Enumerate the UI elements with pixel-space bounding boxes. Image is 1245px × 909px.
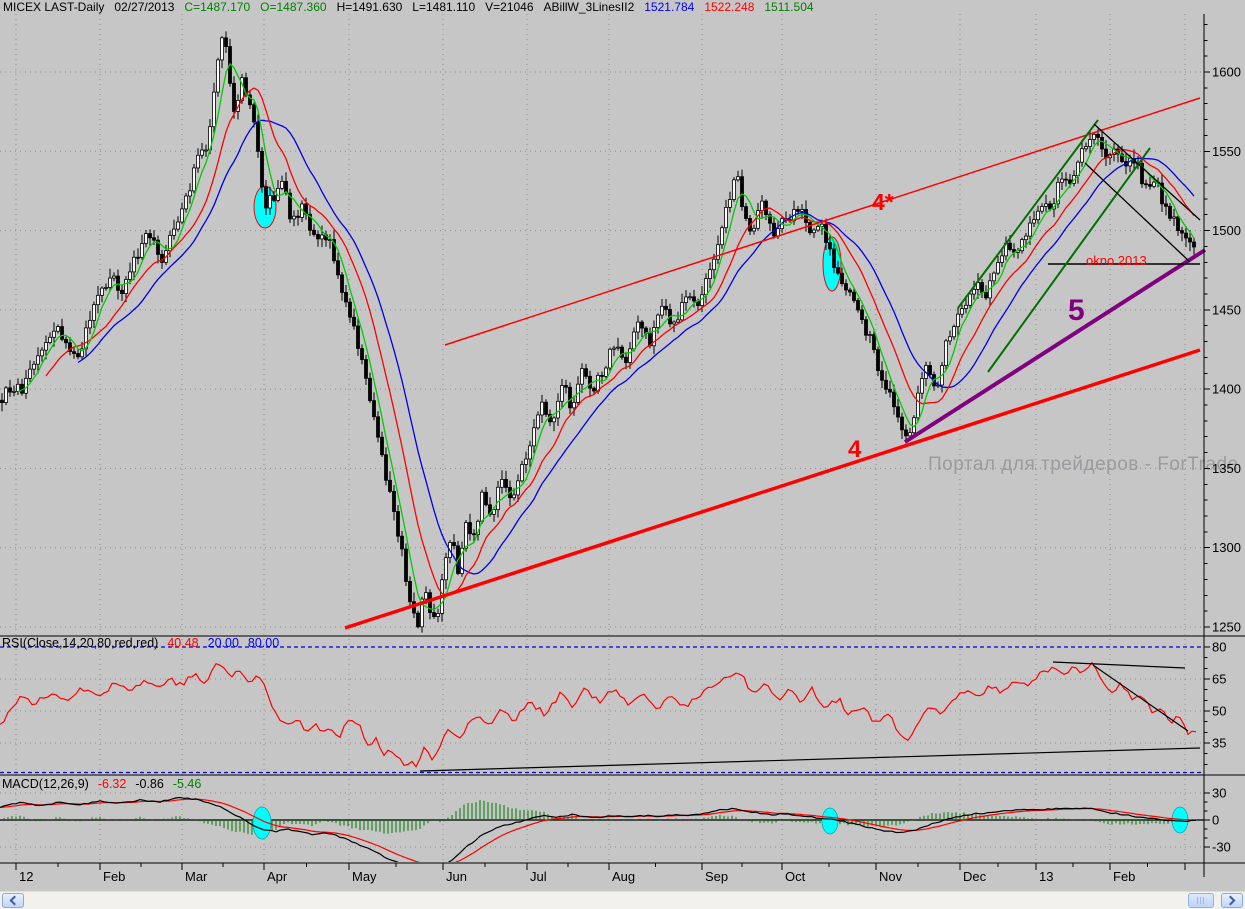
axis-tick-label: 35 xyxy=(1212,735,1226,750)
chart-background xyxy=(0,0,1245,891)
date-label: Mar xyxy=(185,869,208,884)
axis-tick-label: 1300 xyxy=(1212,540,1241,555)
header-part: L=1481.110 xyxy=(412,0,476,14)
axis-tick-label: -30 xyxy=(1212,840,1231,855)
date-label: Oct xyxy=(785,869,806,884)
grip-icon xyxy=(1196,897,1206,904)
indicator-value: -5.46 xyxy=(172,777,202,791)
chevron-right-icon xyxy=(1225,895,1236,906)
chart-header: MICEX LAST-Daily 02/27/2013 C=1487.170 O=14… xyxy=(3,0,824,14)
axis-tick-label: 1500 xyxy=(1212,223,1241,238)
date-label: Feb xyxy=(103,869,125,884)
date-label: Feb xyxy=(1113,869,1135,884)
header-part: 02/27/2013 xyxy=(114,0,175,14)
date-label: Sep xyxy=(705,869,728,884)
date-label: Jul xyxy=(530,869,547,884)
date-label: Jun xyxy=(446,869,467,884)
axis-tick-label: 0 xyxy=(1212,813,1219,828)
date-label: 12 xyxy=(19,869,33,884)
indicator-name: MACD(12,26,9) xyxy=(2,777,89,791)
axis-tick-label: 1550 xyxy=(1212,144,1241,159)
indicator-value: -6.32 xyxy=(97,777,127,791)
date-label: 13 xyxy=(1039,869,1053,884)
header-part: 1521.784 xyxy=(644,0,695,14)
chart-canvas: Портал для трейдеров - ForTrade 1600 1550 1… xyxy=(0,0,1245,891)
header-part: H=1491.630 xyxy=(336,0,403,14)
indicator-value: 80.00 xyxy=(247,636,280,650)
annotation-okno-2013: okno 2013 xyxy=(1086,253,1147,268)
indicator-name: RSI(Close,14,20,80,red,red) xyxy=(2,636,159,650)
rsi-indicator-label: RSI(Close,14,20,80,red,red) 40.48 20.00 80.… xyxy=(2,636,288,650)
highlight-ellipse xyxy=(821,807,839,835)
macd-indicator-label: MACD(12,26,9) -6.32 -0.86 -5.46 xyxy=(2,777,210,791)
header-part: C=1487.170 xyxy=(184,0,251,14)
axis-tick-label: 50 xyxy=(1212,703,1226,718)
annotation-wave5: 5 xyxy=(1068,294,1085,327)
header-part: MICEX LAST-Daily xyxy=(3,0,105,14)
axis-tick-label: 1350 xyxy=(1212,461,1241,476)
date-label: Apr xyxy=(267,869,288,884)
horizontal-scrollbar[interactable] xyxy=(0,891,1245,909)
header-part: V=21046 xyxy=(485,0,534,14)
scroll-right-button[interactable] xyxy=(1221,893,1243,908)
axis-tick-label: 80 xyxy=(1212,640,1226,655)
date-label: Nov xyxy=(879,869,903,884)
chevron-left-icon xyxy=(9,895,20,906)
axis-tick-label: 65 xyxy=(1212,671,1226,686)
chart-window: Портал для трейдеров - ForTrade 1600 1550 1… xyxy=(0,0,1245,909)
date-label: May xyxy=(352,869,377,884)
annotation-wave4: 4 xyxy=(848,436,862,463)
header-part: 1511.504 xyxy=(764,0,814,14)
axis-tick-label: 1450 xyxy=(1212,302,1241,317)
axis-tick-label: 1250 xyxy=(1212,619,1241,634)
axis-tick-label: 30 xyxy=(1212,786,1226,801)
axis-tick-label: 1400 xyxy=(1212,382,1241,397)
indicator-value: -0.86 xyxy=(135,777,164,791)
scrollbar-thumb[interactable] xyxy=(1188,893,1214,908)
watermark: Портал для трейдеров - ForTrade xyxy=(928,454,1239,475)
axis-tick-label: 1600 xyxy=(1212,65,1241,80)
header-part: 1522.248 xyxy=(704,0,755,14)
scroll-left-button[interactable] xyxy=(2,893,24,908)
date-label: Aug xyxy=(612,869,635,884)
indicator-value: 40.48 xyxy=(167,636,199,650)
header-part: ABillW_3LinesII2 xyxy=(543,0,635,14)
date-label: Dec xyxy=(963,869,987,884)
header-part: O=1487.360 xyxy=(260,0,327,14)
indicator-value: 20.00 xyxy=(207,636,239,650)
annotation-wave4-star: 4* xyxy=(872,189,894,215)
